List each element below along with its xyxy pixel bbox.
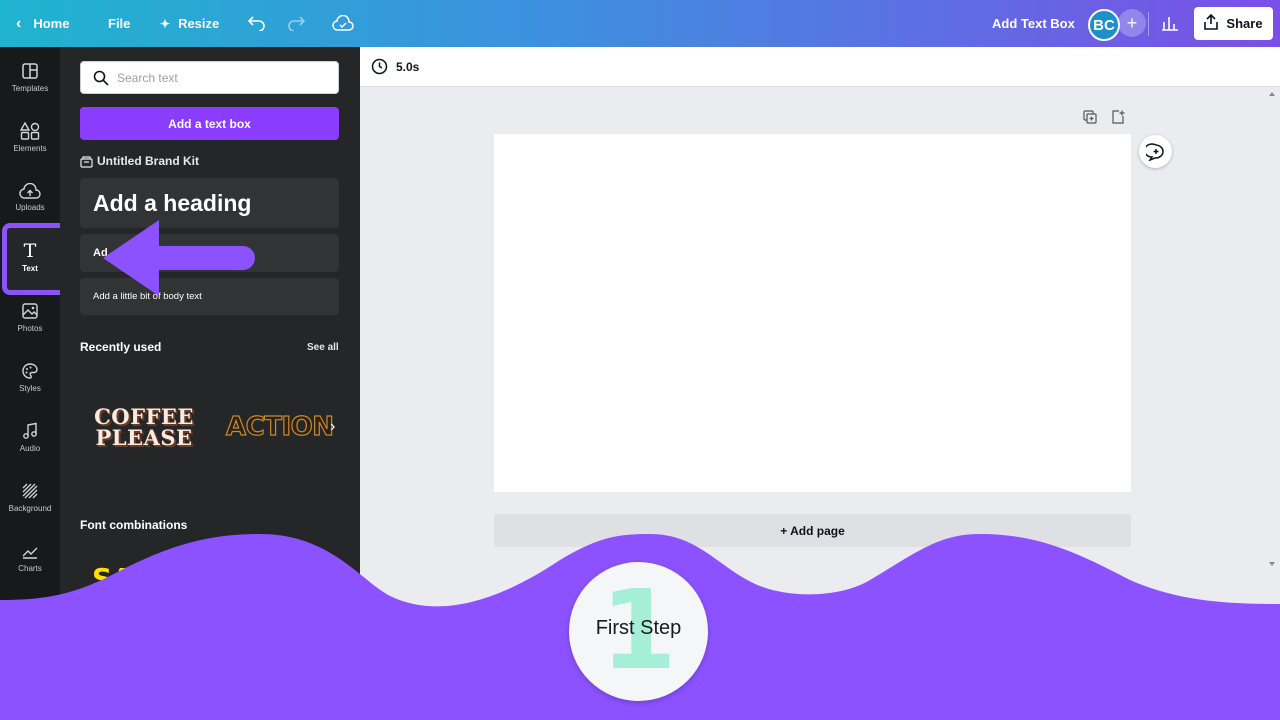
brand-kit-header[interactable]: Untitled Brand Kit [80, 152, 199, 170]
scrollbar[interactable] [1268, 90, 1276, 580]
text-icon: T [23, 239, 37, 262]
comment-icon [1145, 142, 1164, 161]
sparkle-icon: ✦ [160, 16, 171, 31]
recently-used-title: Recently used [80, 340, 162, 354]
resize-label: Resize [178, 16, 220, 31]
photos-icon [22, 302, 38, 319]
duplicate-page-icon[interactable] [1083, 110, 1097, 124]
design-canvas[interactable] [494, 134, 1131, 492]
recent-style-coffee-please[interactable]: COFFEE PLEASE [88, 406, 200, 448]
rail-label: Uploads [15, 202, 45, 212]
add-text-box-title: Add Text Box [992, 16, 1075, 31]
rail-item-audio[interactable]: Audio [0, 407, 60, 467]
chevron-right-icon[interactable]: › [330, 418, 335, 436]
recent-style-action[interactable]: ACTION [225, 411, 334, 442]
duration-control[interactable]: 5.0s [371, 58, 419, 75]
undo-icon[interactable] [246, 12, 268, 34]
step-label: First Step [595, 617, 682, 639]
rail-item-templates[interactable]: Templates [0, 47, 60, 107]
add-page-icon[interactable] [1111, 110, 1125, 124]
styles-icon [22, 362, 38, 379]
search-input[interactable] [117, 70, 317, 85]
rail-item-styles[interactable]: Styles [0, 347, 60, 407]
see-all-link[interactable]: See all [307, 342, 339, 353]
chevron-left-icon: ‹ [16, 14, 22, 32]
rail-label: Photos [17, 323, 43, 333]
rail-item-photos[interactable]: Photos [0, 287, 60, 347]
share-button[interactable]: Share [1194, 7, 1273, 40]
file-menu[interactable]: File [108, 0, 130, 47]
brand-kit-icon [80, 155, 93, 168]
avatar[interactable]: BC [1088, 9, 1120, 41]
add-text-box-button[interactable]: Add a text box [80, 107, 339, 140]
pointer-arrow-graphic [103, 220, 255, 296]
uploads-icon [19, 182, 41, 199]
share-icon [1204, 13, 1219, 33]
rail-label: Elements [13, 143, 47, 153]
search-box[interactable] [80, 61, 339, 94]
top-bar: ‹ Home File ✦ Resize Add Text Box BC + S… [0, 0, 1280, 47]
share-label: Share [1226, 16, 1263, 31]
brand-kit-label: Untitled Brand Kit [97, 154, 199, 168]
bar-chart-icon[interactable] [1159, 12, 1181, 34]
redo-icon[interactable] [285, 12, 307, 34]
page-tools [1083, 110, 1125, 124]
search-icon [93, 70, 109, 86]
clock-icon [371, 58, 388, 75]
plus-icon[interactable]: + [1118, 9, 1146, 37]
rail-item-background[interactable]: Background [0, 467, 60, 527]
templates-icon [22, 62, 38, 79]
elements-icon [20, 121, 40, 140]
rail-label: Audio [19, 443, 41, 453]
rail-label: Background [8, 503, 52, 513]
home-label: Home [33, 16, 70, 31]
add-comment-button[interactable] [1139, 135, 1172, 168]
rail-label: Templates [11, 83, 49, 93]
duration-label: 5.0s [396, 59, 420, 74]
editor-toolbar [360, 47, 1280, 87]
rail-label: Styles [19, 383, 41, 393]
cloud-saved-icon[interactable] [332, 12, 354, 34]
resize-button[interactable]: ✦ Resize [160, 0, 219, 47]
background-icon [22, 483, 38, 498]
rail-item-uploads[interactable]: Uploads [0, 167, 60, 227]
audio-icon [23, 422, 37, 439]
step-badge: 1 First Step [569, 562, 708, 701]
home-button[interactable]: ‹ Home [16, 0, 69, 47]
divider [1148, 12, 1149, 36]
rail-label: Text [22, 263, 38, 273]
rail-item-elements[interactable]: Elements [0, 107, 60, 167]
rail-item-text[interactable]: T Text [0, 227, 60, 287]
